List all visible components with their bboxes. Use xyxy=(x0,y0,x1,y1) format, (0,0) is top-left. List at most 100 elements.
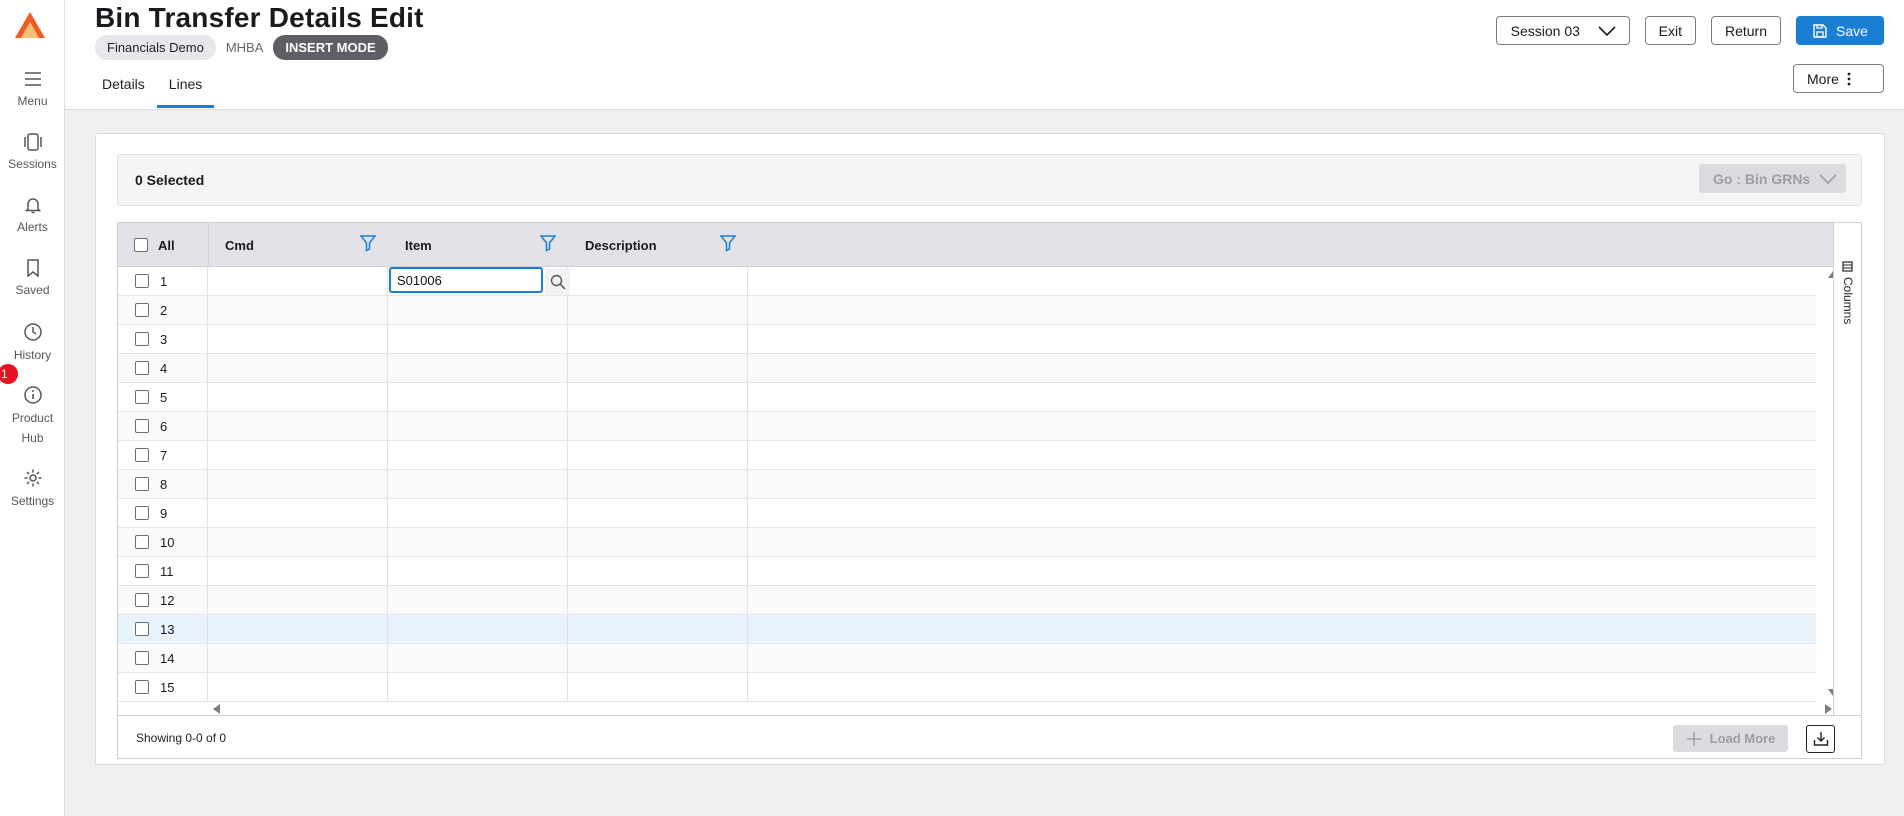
table-row[interactable]: 3 xyxy=(118,325,1816,354)
table-row[interactable]: 10 xyxy=(118,528,1816,557)
filter-icon[interactable] xyxy=(360,234,376,252)
cmd-cell[interactable] xyxy=(208,470,388,498)
return-button[interactable]: Return xyxy=(1710,16,1781,45)
more-button[interactable]: More xyxy=(1793,64,1884,93)
table-row[interactable]: 9 xyxy=(118,499,1816,528)
description-cell[interactable] xyxy=(568,673,748,701)
item-search-button[interactable] xyxy=(545,269,570,295)
column-header-item[interactable]: Item xyxy=(388,223,568,267)
save-icon xyxy=(1813,23,1827,38)
cmd-cell[interactable] xyxy=(208,325,388,353)
item-cell[interactable] xyxy=(388,615,568,643)
export-button[interactable] xyxy=(1806,725,1835,753)
description-cell[interactable] xyxy=(568,557,748,585)
item-cell[interactable] xyxy=(388,673,568,701)
description-cell[interactable] xyxy=(568,354,748,382)
description-cell[interactable] xyxy=(568,499,748,527)
cmd-cell[interactable] xyxy=(208,412,388,440)
sidebar-item-sessions[interactable]: Sessions xyxy=(0,133,65,174)
table-row[interactable]: 1 xyxy=(118,267,1816,296)
exit-button[interactable]: Exit xyxy=(1644,16,1696,45)
sidebar-item-saved[interactable]: Saved xyxy=(0,259,65,300)
sidebar-item-alerts[interactable]: Alerts xyxy=(0,196,65,237)
cmd-cell[interactable] xyxy=(208,296,388,324)
app-logo-icon[interactable] xyxy=(13,10,47,40)
columns-panel-toggle[interactable]: Columns xyxy=(1833,223,1861,758)
item-cell[interactable] xyxy=(388,586,568,614)
table-row[interactable]: 2 xyxy=(118,296,1816,325)
header-actions: Session 03 Exit Return Save xyxy=(1495,16,1884,45)
select-all-checkbox[interactable] xyxy=(134,238,148,252)
tab-lines[interactable]: Lines xyxy=(156,70,215,108)
filter-icon[interactable] xyxy=(720,234,736,252)
description-cell[interactable] xyxy=(568,586,748,614)
cmd-cell[interactable] xyxy=(208,441,388,469)
description-cell[interactable] xyxy=(568,267,748,295)
table-row[interactable]: 6 xyxy=(118,412,1816,441)
cmd-cell[interactable] xyxy=(208,557,388,585)
description-cell[interactable] xyxy=(568,412,748,440)
lines-card: 0 Selected Go : Bin GRNs All Cmd Item De… xyxy=(95,133,1885,765)
save-button[interactable]: Save xyxy=(1796,16,1884,45)
company-chip[interactable]: Financials Demo xyxy=(95,35,216,60)
item-cell[interactable] xyxy=(388,499,568,527)
description-cell[interactable] xyxy=(568,528,748,556)
row-select-cell xyxy=(118,615,208,643)
table-row[interactable]: 4 xyxy=(118,354,1816,383)
cmd-cell[interactable] xyxy=(208,354,388,382)
table-row[interactable]: 14 xyxy=(118,644,1816,673)
item-cell[interactable] xyxy=(388,528,568,556)
sidebar-item-label-line2: Hub xyxy=(21,431,44,445)
description-cell[interactable] xyxy=(568,615,748,643)
item-cell[interactable] xyxy=(388,296,568,324)
cmd-cell[interactable] xyxy=(208,267,388,295)
cmd-cell[interactable] xyxy=(208,673,388,701)
item-cell[interactable] xyxy=(388,644,568,672)
item-cell[interactable] xyxy=(388,325,568,353)
item-input[interactable] xyxy=(389,267,543,293)
column-header-cmd[interactable]: Cmd xyxy=(208,223,388,267)
table-row[interactable]: 15 xyxy=(118,673,1816,702)
session-dropdown[interactable]: Session 03 xyxy=(1495,16,1630,45)
cmd-cell[interactable] xyxy=(208,644,388,672)
sidebar-item-settings[interactable]: Settings xyxy=(0,468,65,511)
table-row[interactable]: 8 xyxy=(118,470,1816,499)
sidebar-item-menu[interactable]: Menu xyxy=(0,70,65,111)
table-row[interactable]: 12 xyxy=(118,586,1816,615)
item-cell[interactable] xyxy=(388,441,568,469)
table-row[interactable]: 5 xyxy=(118,383,1816,412)
tab-details[interactable]: Details xyxy=(90,70,157,108)
item-cell[interactable] xyxy=(388,470,568,498)
description-cell[interactable] xyxy=(568,644,748,672)
load-more-button[interactable]: Load More xyxy=(1673,725,1788,752)
session-label: Session 03 xyxy=(1510,22,1580,39)
description-cell[interactable] xyxy=(568,383,748,411)
table-row[interactable]: 11 xyxy=(118,557,1816,586)
table-row[interactable]: 13 xyxy=(118,615,1816,644)
column-header-description[interactable]: Description xyxy=(568,223,748,267)
cmd-cell[interactable] xyxy=(208,383,388,411)
item-cell[interactable] xyxy=(388,383,568,411)
item-cell[interactable] xyxy=(388,354,568,382)
cmd-cell[interactable] xyxy=(208,615,388,643)
item-cell[interactable] xyxy=(388,412,568,440)
scroll-right-arrow[interactable] xyxy=(1825,704,1832,714)
description-cell[interactable] xyxy=(568,470,748,498)
cmd-cell[interactable] xyxy=(208,528,388,556)
cmd-cell[interactable] xyxy=(208,499,388,527)
filter-icon[interactable] xyxy=(540,234,556,252)
go-action-dropdown[interactable]: Go : Bin GRNs xyxy=(1699,164,1846,193)
column-label: Item xyxy=(405,237,432,253)
sidebar-item-history[interactable]: History xyxy=(0,322,65,365)
scroll-left-arrow[interactable] xyxy=(213,704,220,714)
sidebar-item-product-hub[interactable]: Product Hub xyxy=(0,385,65,448)
description-cell[interactable] xyxy=(568,296,748,324)
cmd-cell[interactable] xyxy=(208,586,388,614)
table-row[interactable]: 7 xyxy=(118,441,1816,470)
description-cell[interactable] xyxy=(568,441,748,469)
description-cell[interactable] xyxy=(568,325,748,353)
select-all-header[interactable]: All xyxy=(118,223,208,267)
notification-badge: 1 xyxy=(0,364,18,384)
item-cell[interactable] xyxy=(388,557,568,585)
horizontal-scrollbar[interactable] xyxy=(118,701,1834,715)
